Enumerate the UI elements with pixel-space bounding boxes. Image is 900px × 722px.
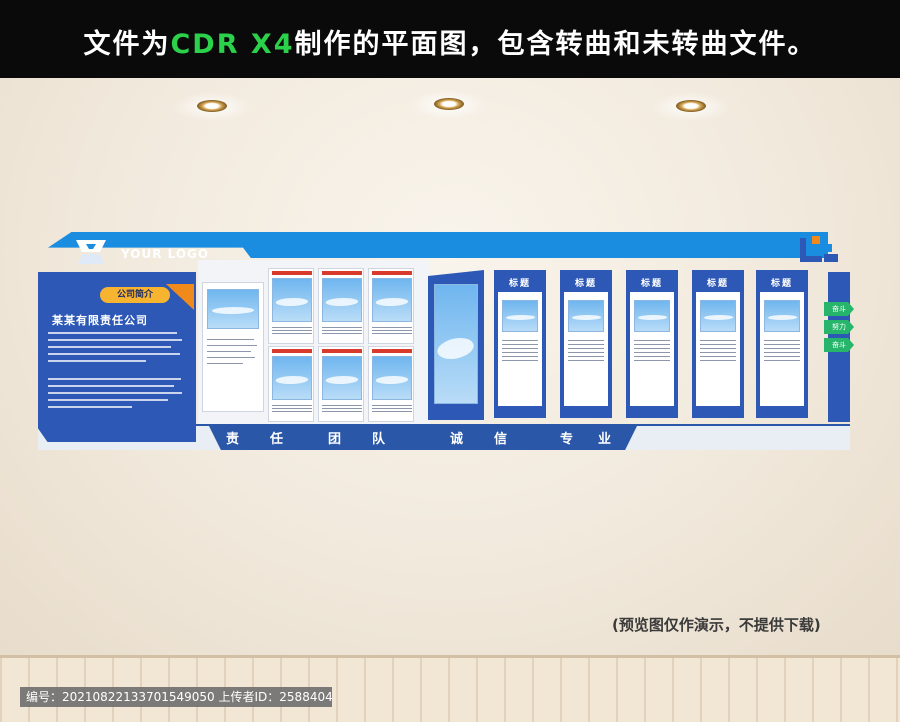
side-chip: 努力 (824, 320, 854, 334)
slogan-char: 团 (328, 432, 344, 447)
card-photo (372, 278, 412, 322)
card-photo (634, 300, 670, 332)
logo-icon (76, 240, 106, 264)
caption-highlight: CDR X4 (170, 29, 295, 60)
card-photo (502, 300, 538, 332)
side-chip: 奋斗 (824, 338, 854, 352)
side-chip: 奋斗 (824, 302, 854, 316)
title-card-heading: 标题 (770, 279, 793, 289)
title-card-heading: 标题 (640, 279, 663, 289)
slogan-char: 业 (598, 432, 614, 447)
mini-card (368, 268, 414, 344)
mini-card (368, 346, 414, 422)
card-photo (272, 278, 312, 322)
card-photo (700, 300, 736, 332)
slogan-char: 责 (226, 432, 242, 447)
title-card: 标题 (756, 270, 808, 418)
mini-card (268, 268, 314, 344)
card-text (207, 339, 259, 369)
meta-bar: 编号：20210822133701549050 上传者ID：2588404 (20, 687, 333, 707)
card-photo (568, 300, 604, 332)
title-card: 标题 (692, 270, 744, 418)
slogan-char: 专 (560, 432, 576, 447)
title-card-heading: 标题 (574, 279, 597, 289)
ceiling-spotlight (434, 98, 464, 110)
title-card-heading: 标题 (508, 279, 531, 289)
card-photo (764, 300, 800, 332)
card-photo (372, 356, 412, 400)
ceiling-spotlight (197, 100, 227, 112)
slogan-char: 信 (494, 432, 510, 447)
ceiling-spotlight (676, 100, 706, 112)
card-photo (322, 278, 362, 322)
title-card: 标题 (560, 270, 612, 418)
company-name: 某某有限责任公司 (52, 314, 148, 327)
photo-frame-panel (428, 270, 484, 420)
title-card: 标题 (626, 270, 678, 418)
intro-tag: 公司简介 (100, 287, 170, 303)
culture-wall-board: YOUR LOGO 公司简介 某某有限责任公司 标题 标题 标题 标题 标题 奋… (38, 232, 854, 452)
caption-suffix: 制作的平面图，包含转曲和未转曲文件。 (294, 29, 817, 60)
logo-text: YOUR LOGO (121, 247, 210, 261)
banner-caption: 文件为CDR X4制作的平面图，包含转曲和未转曲文件。 (0, 22, 900, 61)
title-card: 标题 (494, 270, 546, 418)
top-banner: 文件为CDR X4制作的平面图，包含转曲和未转曲文件。 (0, 0, 900, 78)
intro-text-block (48, 378, 188, 413)
card-photo (207, 289, 259, 329)
mini-card (268, 346, 314, 422)
corner-logo-icon (800, 236, 838, 262)
caption-prefix: 文件为 (83, 29, 171, 60)
title-card-heading: 标题 (706, 279, 729, 289)
card-photo (272, 356, 312, 400)
slogan-char: 诚 (450, 432, 466, 447)
mini-card (318, 346, 364, 422)
preview-note: (预览图仅作演示，不提供下载) (612, 616, 821, 634)
mini-card (318, 268, 364, 344)
slogan-char: 队 (372, 432, 388, 447)
card-photo (322, 356, 362, 400)
slogan-char: 任 (270, 432, 286, 447)
large-info-card (202, 282, 264, 412)
tall-photo (434, 284, 478, 404)
intro-corner-arrow (166, 284, 194, 310)
intro-text-block (48, 332, 188, 367)
